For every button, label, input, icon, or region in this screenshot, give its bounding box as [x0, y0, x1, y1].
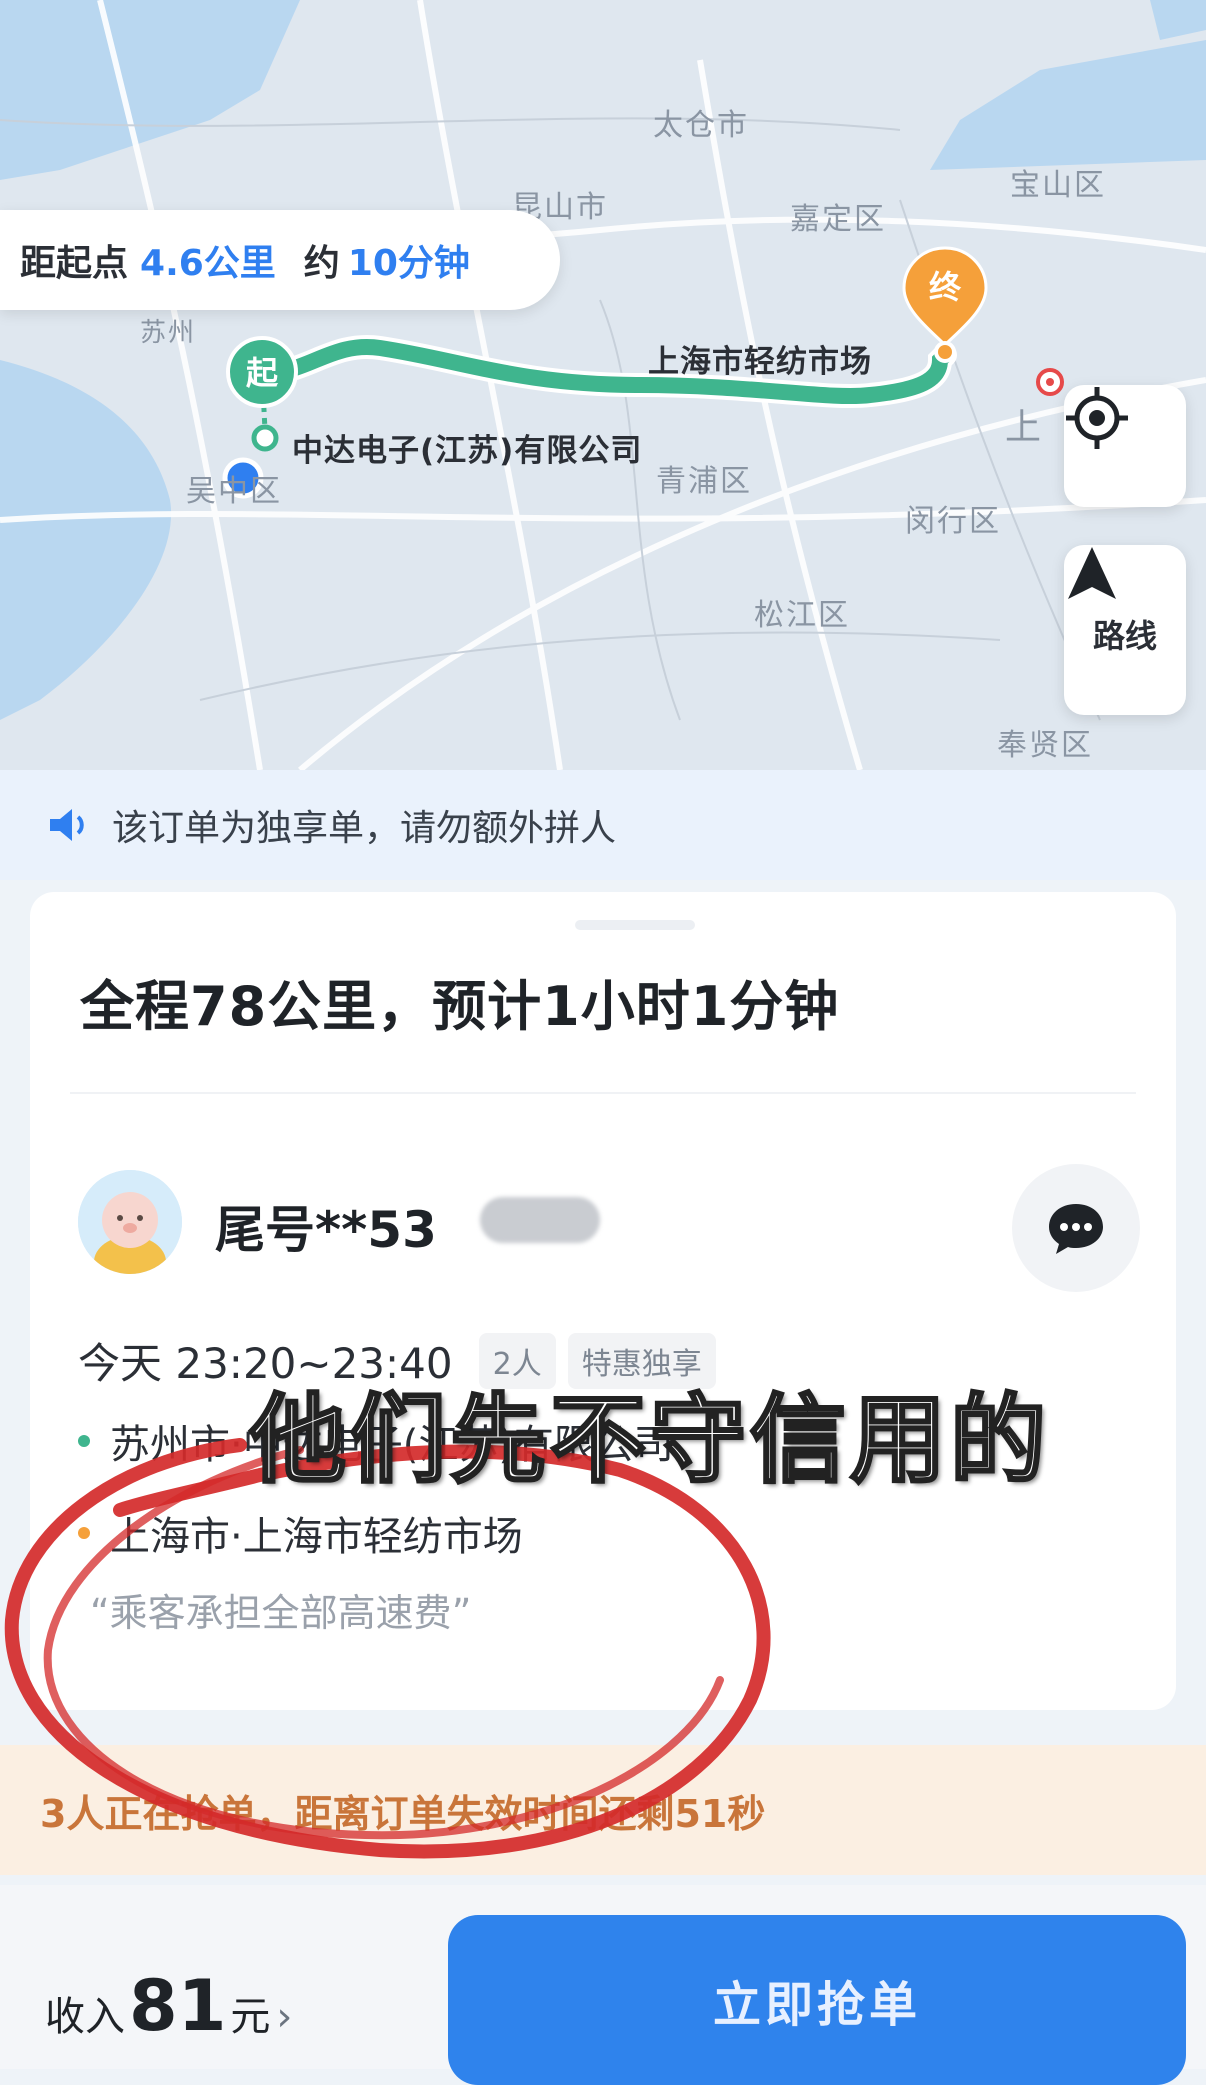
eta-prefix: 约 [303, 243, 340, 284]
grab-order-button[interactable]: 立即抢单 [448, 1915, 1186, 2085]
video-caption: 他们先不守信用的 [249, 1383, 1050, 1498]
message-button[interactable] [1012, 1164, 1140, 1292]
distance-prefix: 距起点 [20, 243, 129, 284]
end-place-label: 上海市轻纺市场 [648, 344, 872, 380]
map-label-baoshan: 宝山区 [1010, 168, 1106, 203]
route-button[interactable]: 路线 [1064, 545, 1186, 715]
distance-value: 4.6公里 [140, 243, 276, 284]
dropoff-address: 上海市·上海市轻纺市场 [110, 1514, 523, 1560]
eta-value: 10分钟 [347, 243, 470, 284]
map-view[interactable]: 太仓市 昆山市 嘉定区 宝山区 苏州 吴中区 青浦区 闵行区 松江区 奉贤区 上… [0, 0, 1206, 770]
dropoff-dot-icon [78, 1527, 90, 1539]
income-unit: 元 [230, 1994, 271, 2040]
navigation-arrow-icon [1068, 547, 1116, 599]
speaker-icon [50, 809, 84, 841]
lake-area [0, 360, 172, 720]
passenger-badge [480, 1197, 600, 1243]
income-label: 收入 [45, 1994, 125, 2040]
order-card: 全程78公里，预计1小时1分钟 尾号**53 今天 23:20~23:40 2人… [30, 892, 1176, 1710]
water-area [0, 0, 300, 180]
income-link[interactable]: 收入 81 元 › [45, 1965, 292, 2047]
start-place-label: 中达电子(江苏)有限公司 [292, 433, 643, 469]
bottom-action-bar: 收入 81 元 › 立即抢单 [0, 1885, 1206, 2085]
map-label-minhang: 闵行区 [905, 504, 1001, 539]
route-button-label: 路线 [1092, 617, 1157, 655]
passenger-note: “乘客承担全部高速费” [90, 1591, 472, 1635]
start-marker-label: 起 [245, 354, 278, 392]
drag-handle[interactable] [575, 920, 695, 930]
map-label-wuzhong: 吴中区 [186, 474, 282, 509]
divider [70, 1092, 1136, 1094]
map-label-suzhou: 苏州 [140, 318, 197, 348]
map-label-songjiang: 松江区 [754, 598, 850, 633]
exclusive-order-notice: 该订单为独享单，请勿额外拼人 [0, 770, 1206, 880]
dropoff-row: 上海市·上海市轻纺市场 [78, 1504, 523, 1562]
map-canvas [0, 0, 1206, 770]
trip-summary: 全程78公里，预计1小时1分钟 [80, 975, 840, 1038]
chat-icon [1049, 1204, 1103, 1254]
avatar-icon [78, 1170, 182, 1274]
distance-pill: 距起点 4.6公里 约 10分钟 [0, 210, 560, 310]
chevron-right-icon: › [276, 1994, 293, 2040]
notice-text: 该订单为独享单，请勿额外拼人 [112, 808, 617, 849]
grab-status-bar: 3人正在抢单，距离订单失效时间还剩51秒 [0, 1745, 1206, 1875]
avatar [78, 1170, 182, 1274]
end-marker-label: 终 [928, 268, 961, 306]
grab-status-text: 3人正在抢单，距离订单失效时间还剩51秒 [40, 1791, 766, 1836]
locate-icon [1066, 387, 1128, 449]
map-label-fengxian: 奉贤区 [997, 728, 1093, 763]
locate-button[interactable] [1064, 385, 1186, 507]
income-value: 81 [129, 1965, 227, 2047]
map-label-qingpu: 青浦区 [656, 464, 752, 499]
pickup-dot-icon [78, 1435, 90, 1447]
passenger-name: 尾号**53 [215, 1201, 437, 1259]
map-label-jiading: 嘉定区 [790, 202, 886, 237]
map-label-shanghai: 上 [1005, 407, 1044, 448]
map-label-taicang: 太仓市 [653, 108, 749, 143]
river-area [930, 40, 1206, 170]
